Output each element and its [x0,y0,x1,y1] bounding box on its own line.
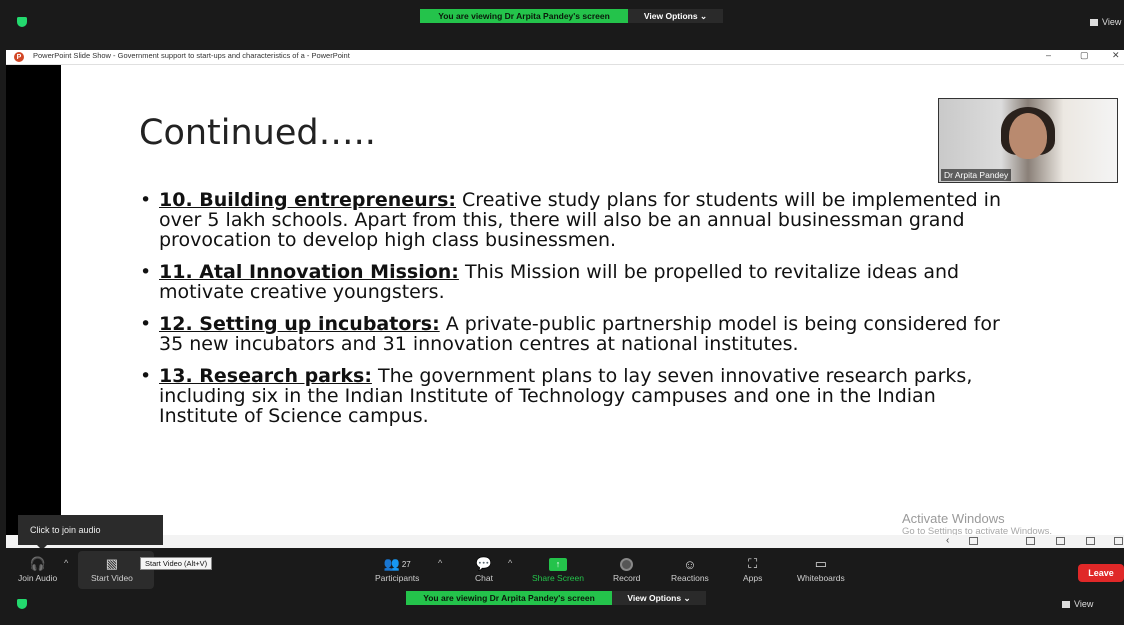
bullet-item: • 10. Building entrepreneurs: Creative s… [140,190,1020,250]
chat-caret-icon[interactable]: ^ [508,558,512,568]
viewing-screen-banner: You are viewing Dr Arpita Pandey's scree… [406,591,612,605]
audio-options-caret-icon[interactable]: ^ [64,558,68,568]
view-button[interactable]: View [1062,599,1093,609]
bullet-content: 11. Atal Innovation Mission: This Missio… [159,262,1020,302]
bullet-heading: 10. Building entrepreneurs: [159,189,456,211]
bullet-list: • 10. Building entrepreneurs: Creative s… [140,190,1020,438]
headphones-icon: 🎧 [29,556,46,571]
record-label: Record [613,573,641,583]
whiteboards-button[interactable]: ▭ Whiteboards [797,555,845,583]
previous-slide-icon[interactable]: ‹ [946,535,949,546]
powerpoint-status-bar: ‹ [6,535,1124,548]
video-off-icon: ▧ [105,556,119,571]
speaker-name-label: Dr Arpita Pandey [941,169,1012,181]
bullet-item: • 12. Setting up incubators: A private-p… [140,314,1020,354]
powerpoint-icon: P [14,52,24,62]
slide-sorter-icon[interactable] [1056,537,1065,545]
start-video-tooltip: Start Video (Alt+V) [140,557,213,570]
slide-heading: Continued….. [139,113,376,153]
join-audio-tooltip: Click to join audio [18,515,163,545]
view-options-button[interactable]: View Options ⌄ [612,591,706,605]
record-icon-wrap [620,555,634,573]
participants-icon: 👥 27 [383,556,411,571]
bullet-dot: • [140,365,152,387]
normal-view-icon[interactable] [1026,537,1035,545]
bullet-dot: • [140,313,152,335]
participants-count: 27 [401,559,411,569]
chat-button[interactable]: 💬 Chat [475,555,493,583]
start-video-label: Start Video [91,573,133,583]
bullet-dot: • [140,261,152,283]
viewing-screen-banner: You are viewing Dr Arpita Pandey's scree… [420,9,628,23]
speaker-video-tile[interactable]: Dr Arpita Pandey [938,98,1118,183]
close-icon[interactable]: ✕ [1112,50,1120,61]
bullet-heading: 12. Setting up incubators: [159,313,440,335]
leave-button[interactable]: Leave [1078,564,1124,582]
grid-icon [1062,600,1070,608]
view-options-button[interactable]: View Options ⌄ [628,9,723,23]
start-video-button[interactable]: ▧ Start Video [91,555,133,583]
notes-icon[interactable] [969,537,978,545]
share-screen-button[interactable]: ↑ Share Screen [532,555,584,583]
reactions-icon: ☺ [683,556,697,572]
record-button[interactable]: Record [613,555,640,583]
bullet-dot: • [140,189,152,211]
apps-icon: ⛶ [748,556,758,571]
share-screen-label: Share Screen [532,573,584,583]
bullet-item: • 13. Research parks: The government pla… [140,366,1020,426]
participants-caret-icon[interactable]: ^ [438,558,442,568]
bullet-heading: 13. Research parks: [159,365,372,387]
slideshow-icon[interactable] [1114,537,1123,545]
zoom-top-bar: You are viewing Dr Arpita Pandey's scree… [0,0,1124,50]
minimize-icon[interactable]: – [1046,50,1051,60]
view-label: View [1102,17,1122,27]
bullet-content: 13. Research parks: The government plans… [159,366,1020,426]
whiteboards-label: Whiteboards [797,573,845,583]
reactions-label: Reactions [671,573,709,583]
speaker-face [1009,113,1047,159]
restore-icon[interactable]: ▢ [1080,50,1089,61]
chat-label: Chat [475,573,493,583]
view-button[interactable]: View [1090,17,1121,27]
powerpoint-title-bar: P PowerPoint Slide Show - Government sup… [6,50,1124,65]
activate-windows-title: Activate Windows [902,511,1005,526]
window-title: PowerPoint Slide Show - Government suppo… [33,51,350,60]
bullet-content: 12. Setting up incubators: A private-pub… [159,314,1020,354]
participants-label: Participants [375,573,420,583]
bullet-item: • 11. Atal Innovation Mission: This Miss… [140,262,1020,302]
bullet-content: 10. Building entrepreneurs: Creative stu… [159,190,1020,250]
join-audio-button[interactable]: 🎧 Join Audio [18,555,57,583]
whiteboard-icon: ▭ [814,556,827,571]
security-shield-icon[interactable] [17,599,27,609]
view-label: View [1074,599,1094,609]
share-screen-icon-wrap: ↑ [548,555,567,573]
grid-icon [1090,18,1098,26]
share-screen-icon: ↑ [548,557,567,571]
bullet-heading: 11. Atal Innovation Mission: [159,261,459,283]
reading-view-icon[interactable] [1086,537,1095,545]
participants-button[interactable]: 👥 27 Participants [375,555,419,583]
chat-icon: 💬 [475,556,493,571]
apps-button[interactable]: ⛶ Apps [743,555,762,583]
apps-label: Apps [743,573,763,583]
record-icon [620,557,634,571]
reactions-button[interactable]: ☺ Reactions [671,555,709,584]
join-audio-label: Join Audio [18,573,58,583]
security-shield-icon[interactable] [17,17,27,27]
